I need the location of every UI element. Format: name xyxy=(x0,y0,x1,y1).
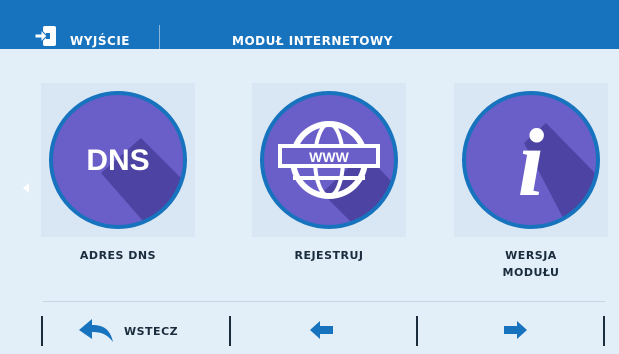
module-version-label-line2: MODUŁU xyxy=(502,266,560,279)
footer-separator xyxy=(41,316,43,346)
side-scroll-left-icon[interactable] xyxy=(23,183,29,193)
module-version-label-line1: WERSJA xyxy=(505,249,557,262)
footer-separator xyxy=(229,316,231,346)
module-version-label: WERSJA MODUŁU xyxy=(454,247,608,281)
header-divider xyxy=(159,25,160,49)
exit-door-icon xyxy=(34,26,56,46)
module-version-tile[interactable]: i xyxy=(454,83,608,237)
www-icon-text: WWW xyxy=(309,149,349,165)
footer-separator xyxy=(603,316,605,346)
info-icon-text: i xyxy=(518,109,545,216)
page-title: MODUŁ INTERNETOWY xyxy=(232,34,393,48)
back-arrow-icon xyxy=(79,319,113,342)
register-label: REJESTRUJ xyxy=(294,249,364,262)
info-icon: i xyxy=(462,91,600,229)
dns-icon: DNS xyxy=(49,91,187,229)
footer-separator xyxy=(416,316,418,346)
dns-address-tile[interactable]: DNS xyxy=(41,83,195,237)
next-button[interactable] xyxy=(419,306,602,350)
dns-address-label: ADRES DNS xyxy=(79,249,157,262)
arrow-left-icon xyxy=(310,321,333,339)
exit-label: WYJŚCIE xyxy=(70,34,131,48)
footer-divider xyxy=(43,301,605,302)
back-label: WSTECZ xyxy=(124,325,179,338)
header-bar: WYJŚCIE MODUŁ INTERNETOWY xyxy=(0,0,619,49)
register-tile[interactable]: WWW xyxy=(252,83,406,237)
www-globe-icon: WWW xyxy=(260,91,398,229)
dns-icon-text: DNS xyxy=(86,144,149,177)
previous-button[interactable] xyxy=(232,306,415,350)
arrow-right-icon xyxy=(504,321,527,339)
exit-button[interactable]: WYJŚCIE xyxy=(0,0,160,49)
screen: WYJŚCIE MODUŁ INTERNETOWY DNS WWW i ADRE… xyxy=(0,0,619,354)
